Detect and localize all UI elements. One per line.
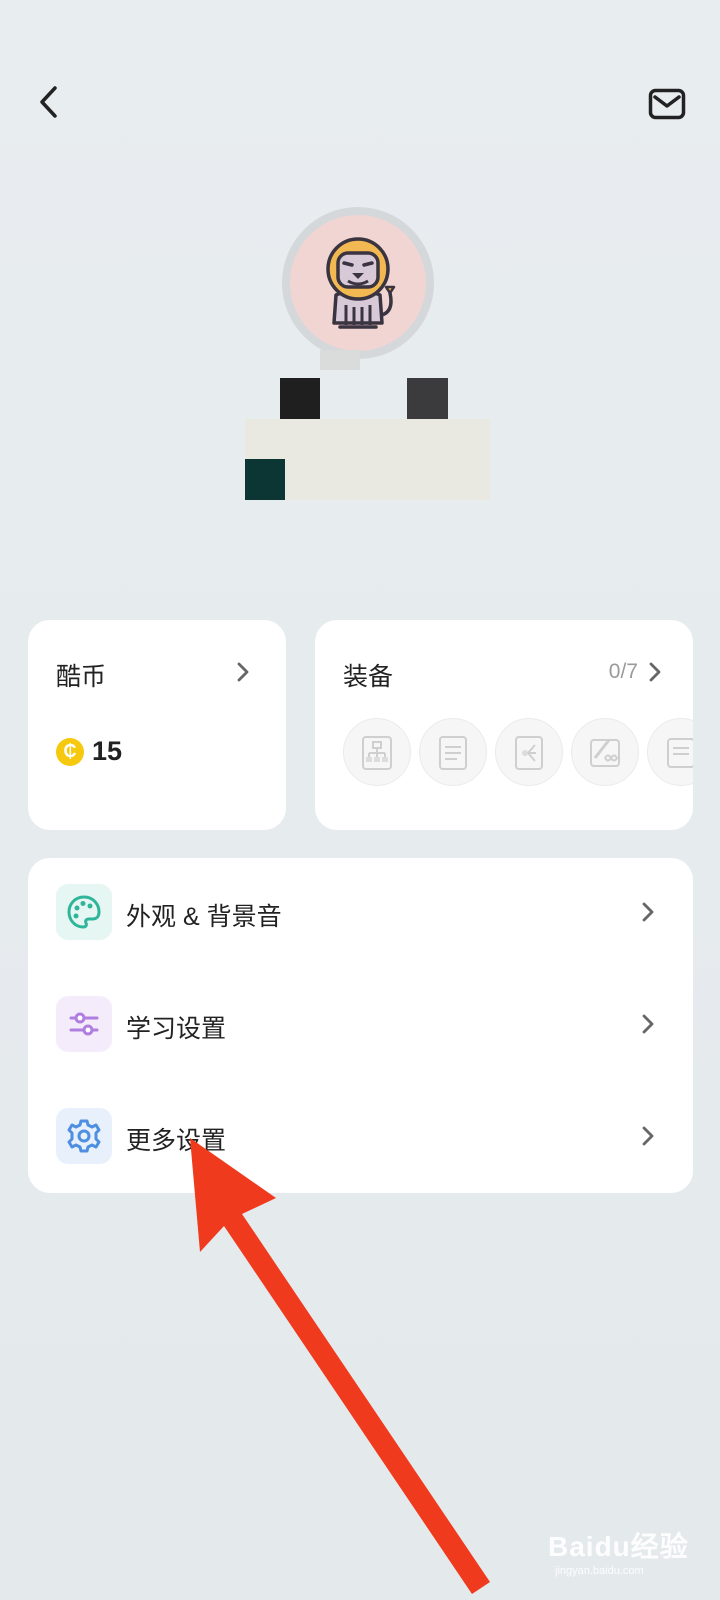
watermark-url: jingyan.baidu.com	[555, 1565, 644, 1577]
watermark-logo: Baidu经验	[548, 1531, 689, 1562]
annotation-arrow	[190, 1138, 490, 1594]
